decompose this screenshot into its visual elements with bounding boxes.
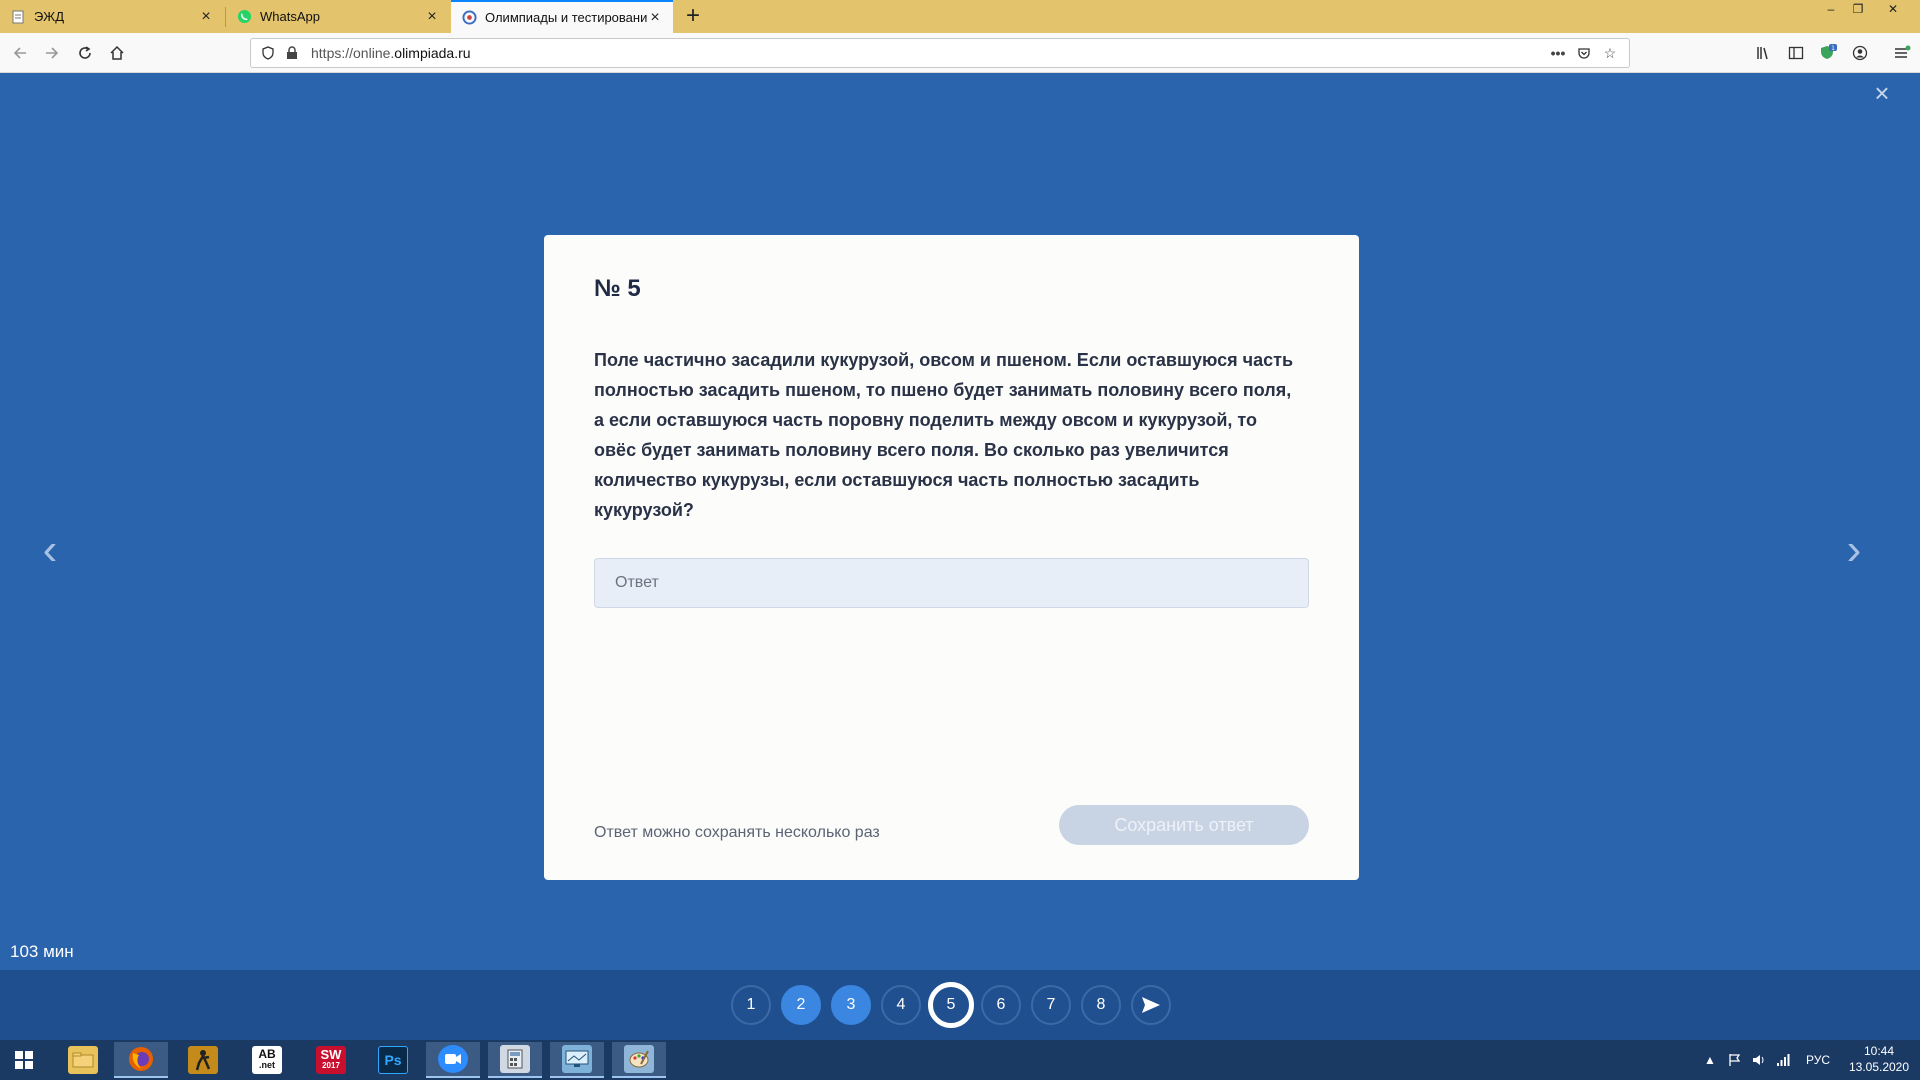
windows-taskbar: AB .net SW 2017 Ps ▲ РУС 10:44 13.05.2020: [0, 1040, 1920, 1080]
speaker-icon[interactable]: [1752, 1040, 1766, 1080]
lock-icon[interactable]: [283, 44, 301, 62]
document-icon: [10, 9, 26, 25]
clock-date: 13.05.2020: [1848, 1060, 1910, 1074]
save-answer-button[interactable]: Сохранить ответ: [1059, 805, 1309, 845]
network-icon[interactable]: [1776, 1040, 1790, 1080]
next-question-arrow-icon[interactable]: ›: [1834, 528, 1874, 572]
question-button-7[interactable]: 7: [1031, 985, 1071, 1025]
question-number: № 5: [594, 275, 641, 302]
abc-sub-label: .net: [258, 1060, 275, 1070]
tab-whatsapp[interactable]: WhatsApp ×: [226, 0, 450, 33]
olimpiada-icon: [461, 10, 477, 26]
close-tab-icon[interactable]: ×: [198, 8, 214, 25]
taskbar-clock[interactable]: 10:44 13.05.2020: [1840, 1043, 1918, 1075]
bookmark-star-icon[interactable]: ☆: [1601, 44, 1619, 62]
question-button-4[interactable]: 4: [881, 985, 921, 1025]
back-arrow-icon[interactable]: [6, 39, 34, 67]
close-icon[interactable]: ×: [1870, 80, 1894, 106]
game-icon[interactable]: [176, 1042, 230, 1078]
minimize-icon[interactable]: –: [1818, 0, 1844, 18]
page-actions-icon[interactable]: •••: [1549, 44, 1567, 62]
save-hint-text: Ответ можно сохранять несколько раз: [594, 824, 880, 841]
sw-label: SW: [320, 1047, 342, 1062]
tab-ezhd[interactable]: ЭЖД ×: [0, 0, 224, 33]
extension-shield-icon[interactable]: 1: [1814, 39, 1842, 67]
calculator-icon[interactable]: [488, 1042, 542, 1078]
answer-input[interactable]: [594, 558, 1309, 608]
library-icon[interactable]: [1750, 39, 1778, 67]
url-domain: olimpiada.ru: [394, 45, 471, 61]
tab-olimpiada[interactable]: Олимпиады и тестирования – ×: [451, 0, 673, 33]
url-prefix: https://online.: [311, 45, 395, 61]
browser-tab-bar: ЭЖД × WhatsApp × Олимпиады и тестировани…: [0, 0, 1920, 33]
olimpiada-page: × ‹ › № 5 Поле частично засадили кукуруз…: [0, 74, 1920, 970]
paint-icon[interactable]: [612, 1042, 666, 1078]
pocket-icon[interactable]: [1575, 44, 1593, 62]
sw-year-label: 2017: [322, 1061, 340, 1070]
home-icon[interactable]: [103, 39, 131, 67]
restore-icon[interactable]: ❐: [1845, 0, 1871, 18]
previous-question-arrow-icon[interactable]: ‹: [30, 528, 70, 572]
forward-arrow-icon[interactable]: [38, 39, 66, 67]
language-indicator[interactable]: РУС: [1806, 1040, 1830, 1080]
close-tab-icon[interactable]: ×: [424, 8, 440, 25]
sidebar-icon[interactable]: [1782, 39, 1810, 67]
question-button-5[interactable]: 5: [928, 982, 974, 1028]
question-button-6[interactable]: 6: [981, 985, 1021, 1025]
menu-hamburger-icon[interactable]: [1888, 39, 1916, 67]
address-bar[interactable]: https://online.olimpiada.ru ••• ☆: [250, 38, 1630, 68]
solidworks-icon[interactable]: SW 2017: [304, 1042, 358, 1078]
abc-label: AB: [258, 1047, 276, 1061]
close-tab-icon[interactable]: ×: [647, 9, 663, 26]
send-arrow-icon[interactable]: [1131, 985, 1171, 1025]
question-text: Поле частично засадили кукурузой, овсом …: [594, 350, 1294, 520]
notification-count: 1: [1831, 45, 1835, 52]
reload-icon[interactable]: [71, 39, 99, 67]
tracking-shield-icon[interactable]: [259, 44, 277, 62]
new-tab-button[interactable]: +: [678, 2, 708, 32]
question-navigator: 1 2 3 4 5 6 7 8: [0, 970, 1920, 1040]
window-close-icon[interactable]: ✕: [1880, 0, 1906, 18]
file-explorer-icon[interactable]: [56, 1042, 110, 1078]
browser-toolbar: https://online.olimpiada.ru ••• ☆ 1: [0, 33, 1920, 73]
photoshop-icon[interactable]: Ps: [366, 1042, 420, 1078]
abc-net-icon[interactable]: AB .net: [240, 1042, 294, 1078]
question-card: № 5 Поле частично засадили кукурузой, ов…: [544, 235, 1359, 880]
question-button-3[interactable]: 3: [831, 985, 871, 1025]
url-text[interactable]: https://online.olimpiada.ru: [311, 39, 471, 67]
timer-remaining: 103 мин: [10, 942, 74, 961]
account-icon[interactable]: [1846, 39, 1874, 67]
windows-start-icon[interactable]: [0, 1042, 48, 1078]
zoom-icon[interactable]: [426, 1042, 480, 1078]
question-button-2[interactable]: 2: [781, 985, 821, 1025]
question-button-8[interactable]: 8: [1081, 985, 1121, 1025]
firefox-icon[interactable]: [114, 1042, 168, 1078]
question-button-1[interactable]: 1: [731, 985, 771, 1025]
action-center-flag-icon[interactable]: [1728, 1040, 1742, 1080]
tab-title: Олимпиады и тестирования –: [485, 10, 647, 25]
whatsapp-icon: [236, 9, 252, 25]
tray-expand-icon[interactable]: ▲: [1704, 1040, 1716, 1080]
clock-time: 10:44: [1863, 1044, 1895, 1058]
tab-title: ЭЖД: [34, 9, 64, 24]
display-icon[interactable]: [550, 1042, 604, 1078]
photoshop-label: Ps: [378, 1046, 408, 1074]
tab-title: WhatsApp: [260, 9, 320, 24]
